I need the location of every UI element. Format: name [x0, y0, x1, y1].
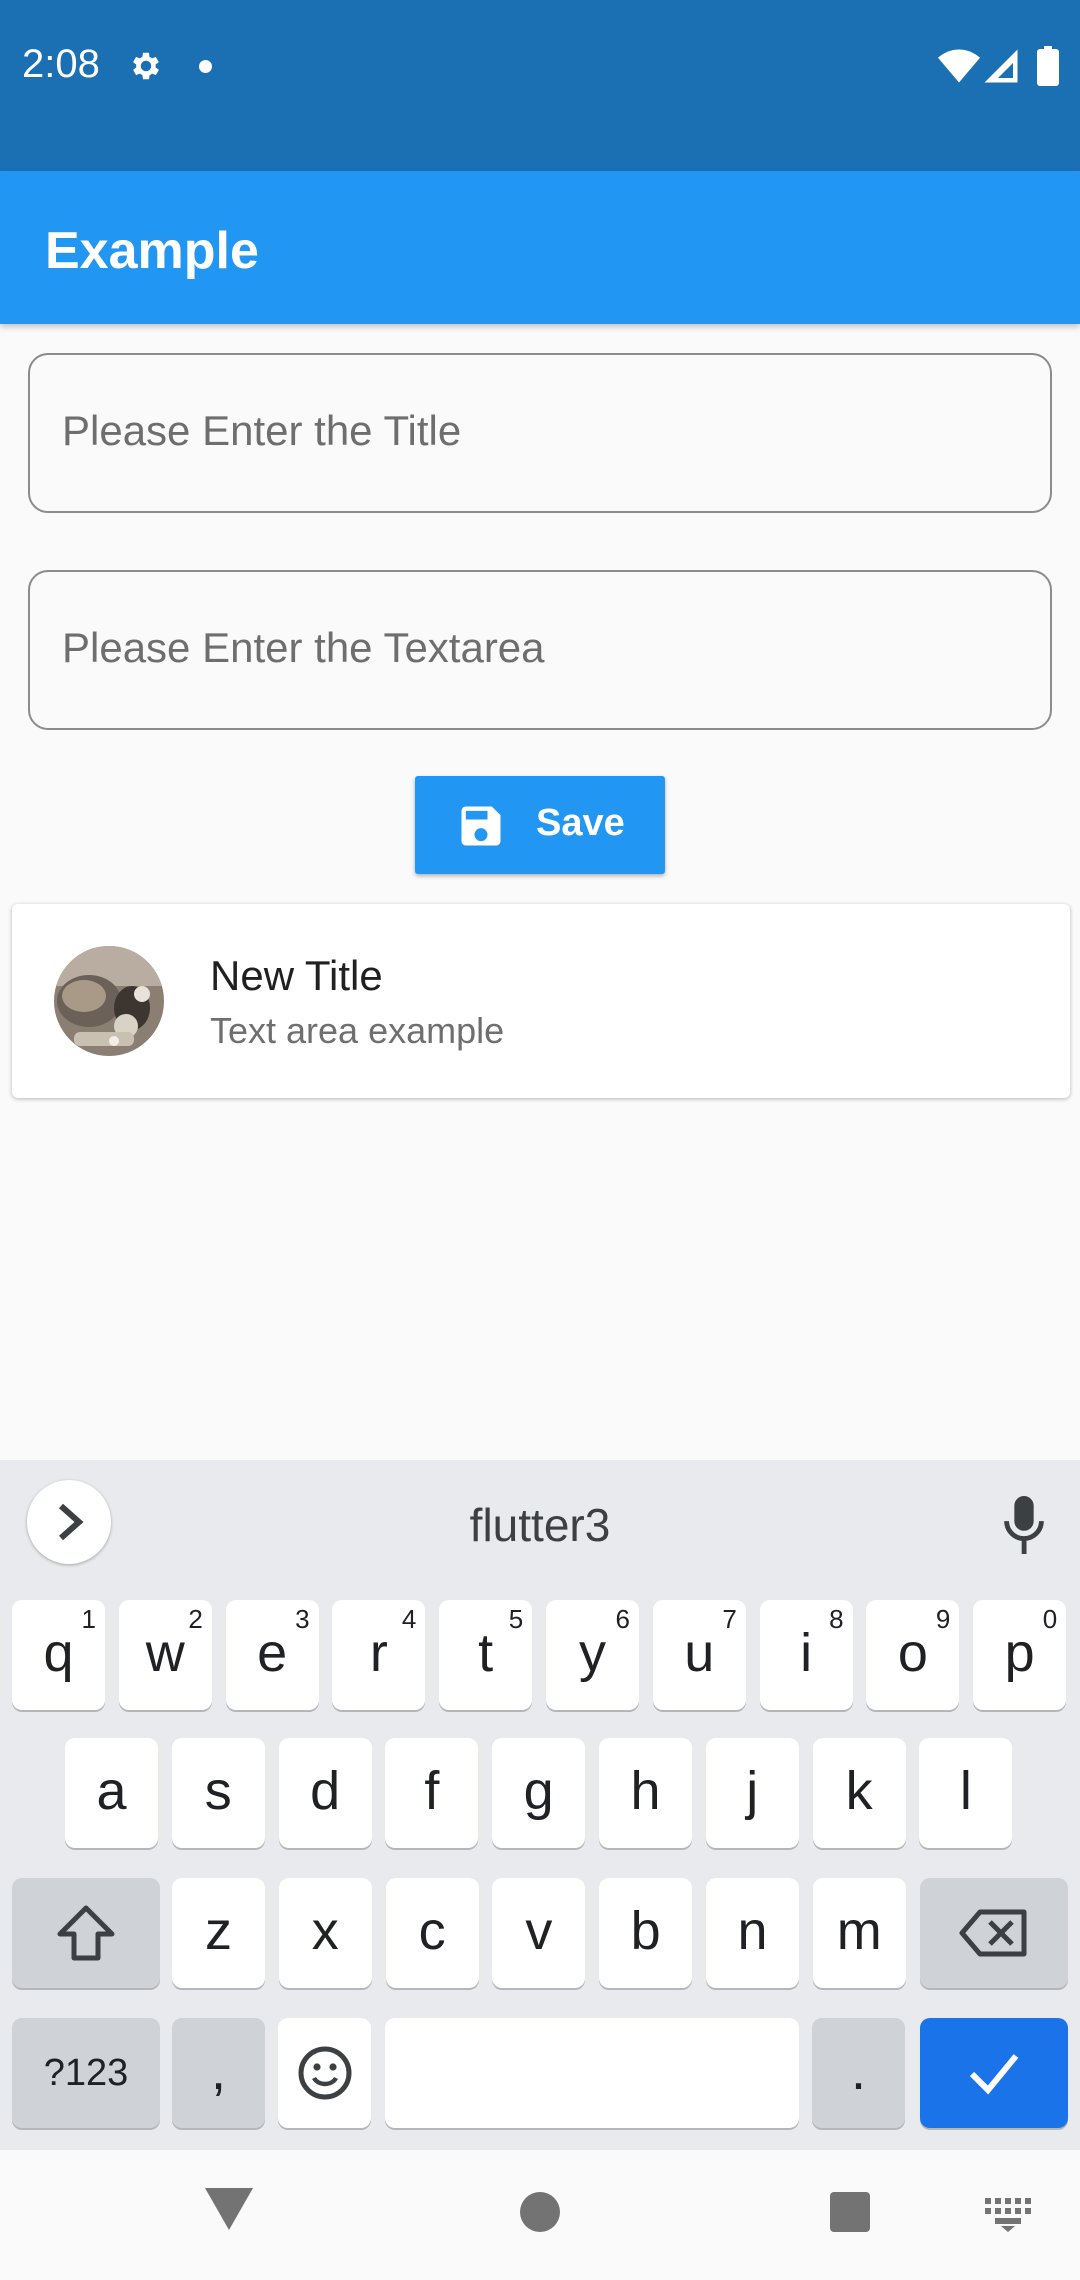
- avatar: [54, 946, 164, 1056]
- key-f[interactable]: f: [385, 1738, 479, 1848]
- emoji-icon: [298, 2046, 352, 2100]
- key-label: k: [845, 1761, 873, 1821]
- status-time: 2:08: [22, 42, 100, 86]
- key-number-hint: 3: [295, 1604, 310, 1634]
- list-item-title: New Title: [210, 952, 383, 999]
- backspace-key[interactable]: [920, 1878, 1068, 1988]
- notification-dot-icon: [199, 60, 212, 73]
- save-button[interactable]: Save: [415, 776, 665, 874]
- textarea-input-placeholder: Please Enter the Textarea: [62, 624, 545, 671]
- enter-key[interactable]: [920, 2018, 1068, 2128]
- key-b[interactable]: b: [599, 1878, 693, 1988]
- shift-key[interactable]: [12, 1878, 160, 1988]
- backspace-icon: [959, 1909, 1027, 1957]
- list-item-subtitle: Text area example: [210, 1010, 505, 1051]
- title-input[interactable]: Please Enter the Title: [28, 353, 1052, 513]
- key-number-hint: 8: [829, 1604, 844, 1634]
- key-u[interactable]: u7: [652, 1600, 746, 1710]
- key-d[interactable]: d: [278, 1738, 372, 1848]
- key-t[interactable]: t5: [439, 1600, 533, 1710]
- key-m[interactable]: m: [812, 1878, 906, 1988]
- key-label: f: [424, 1761, 440, 1821]
- key-label: h: [630, 1761, 661, 1821]
- symbols-key-label: ?123: [43, 2052, 129, 2094]
- key-label: n: [737, 1901, 768, 1961]
- key-l[interactable]: l: [919, 1738, 1013, 1848]
- comma-key-label: ,: [210, 2041, 226, 2101]
- keyboard-suggestion[interactable]: flutter3: [0, 1498, 1080, 1552]
- app-bar-title: Example: [45, 222, 259, 280]
- key-z[interactable]: z: [172, 1878, 265, 1988]
- key-g[interactable]: g: [492, 1738, 586, 1848]
- save-button-label: Save: [536, 802, 625, 844]
- key-label: v: [525, 1901, 553, 1961]
- symbols-key[interactable]: ?123: [12, 2018, 160, 2128]
- key-label: c: [418, 1901, 446, 1961]
- app-bar: Example: [0, 171, 1080, 324]
- key-a[interactable]: a: [65, 1738, 158, 1848]
- navigation-bar: [0, 2150, 1080, 2280]
- key-r[interactable]: r4: [332, 1600, 426, 1710]
- soft-keyboard: flutter3 q1w2e3r4t5y6u7i8o9p0 asdfghjkl …: [0, 1460, 1080, 2150]
- key-p[interactable]: p0: [973, 1600, 1067, 1710]
- key-label: g: [523, 1761, 554, 1821]
- key-q[interactable]: q1: [12, 1600, 105, 1710]
- checkmark-icon: [969, 2054, 1019, 2095]
- key-number-hint: 9: [935, 1604, 951, 1634]
- period-key[interactable]: .: [812, 2018, 905, 2128]
- shift-icon: [57, 1905, 115, 1961]
- space-key[interactable]: [385, 2018, 799, 2128]
- key-label: z: [205, 1901, 232, 1961]
- emoji-key[interactable]: [278, 2018, 371, 2128]
- key-number-hint: 1: [81, 1604, 96, 1634]
- key-e[interactable]: e3: [225, 1600, 319, 1710]
- status-bar: 2:08: [0, 0, 1080, 171]
- key-label: l: [959, 1761, 972, 1821]
- key-x[interactable]: x: [278, 1878, 372, 1988]
- key-number-hint: 5: [508, 1604, 524, 1634]
- key-s[interactable]: s: [171, 1738, 265, 1848]
- key-label: j: [746, 1761, 759, 1821]
- key-label: m: [836, 1901, 882, 1961]
- recents-square-icon[interactable]: [830, 2192, 870, 2232]
- microphone-icon[interactable]: [1002, 1496, 1046, 1554]
- key-number-hint: 7: [722, 1604, 737, 1634]
- key-k[interactable]: k: [812, 1738, 906, 1848]
- key-v[interactable]: v: [492, 1878, 586, 1988]
- key-w[interactable]: w2: [118, 1600, 212, 1710]
- keyboard-switch-icon[interactable]: [985, 2198, 1031, 2232]
- list-item[interactable]: New Title Text area example: [12, 904, 1070, 1098]
- key-number-hint: 4: [401, 1604, 417, 1634]
- key-o[interactable]: o9: [866, 1600, 960, 1710]
- key-h[interactable]: h: [599, 1738, 692, 1848]
- key-label: x: [311, 1901, 339, 1961]
- textarea-input[interactable]: Please Enter the Textarea: [28, 570, 1052, 730]
- battery-icon: [1037, 46, 1059, 86]
- save-icon: [461, 806, 501, 846]
- key-number-hint: 0: [1042, 1604, 1058, 1634]
- key-c[interactable]: c: [385, 1878, 479, 1988]
- key-j[interactable]: j: [705, 1738, 799, 1848]
- key-number-hint: 6: [615, 1604, 630, 1634]
- key-n[interactable]: n: [706, 1878, 799, 1988]
- home-circle-icon[interactable]: [520, 2192, 560, 2232]
- key-label: b: [630, 1901, 661, 1961]
- wifi-icon: [938, 49, 980, 83]
- key-label: a: [96, 1761, 127, 1821]
- key-y[interactable]: y6: [546, 1600, 639, 1710]
- key-label: d: [310, 1761, 341, 1821]
- key-number-hint: 2: [188, 1604, 203, 1634]
- comma-key[interactable]: ,: [172, 2018, 265, 2128]
- cell-signal-icon: [984, 49, 1018, 83]
- title-input-placeholder: Please Enter the Title: [62, 407, 462, 454]
- key-i[interactable]: i8: [759, 1600, 853, 1710]
- settings-gear-icon: [133, 52, 159, 80]
- period-key-label: .: [850, 2041, 866, 2101]
- key-label: s: [204, 1761, 232, 1821]
- back-triangle-icon[interactable]: [205, 2188, 253, 2230]
